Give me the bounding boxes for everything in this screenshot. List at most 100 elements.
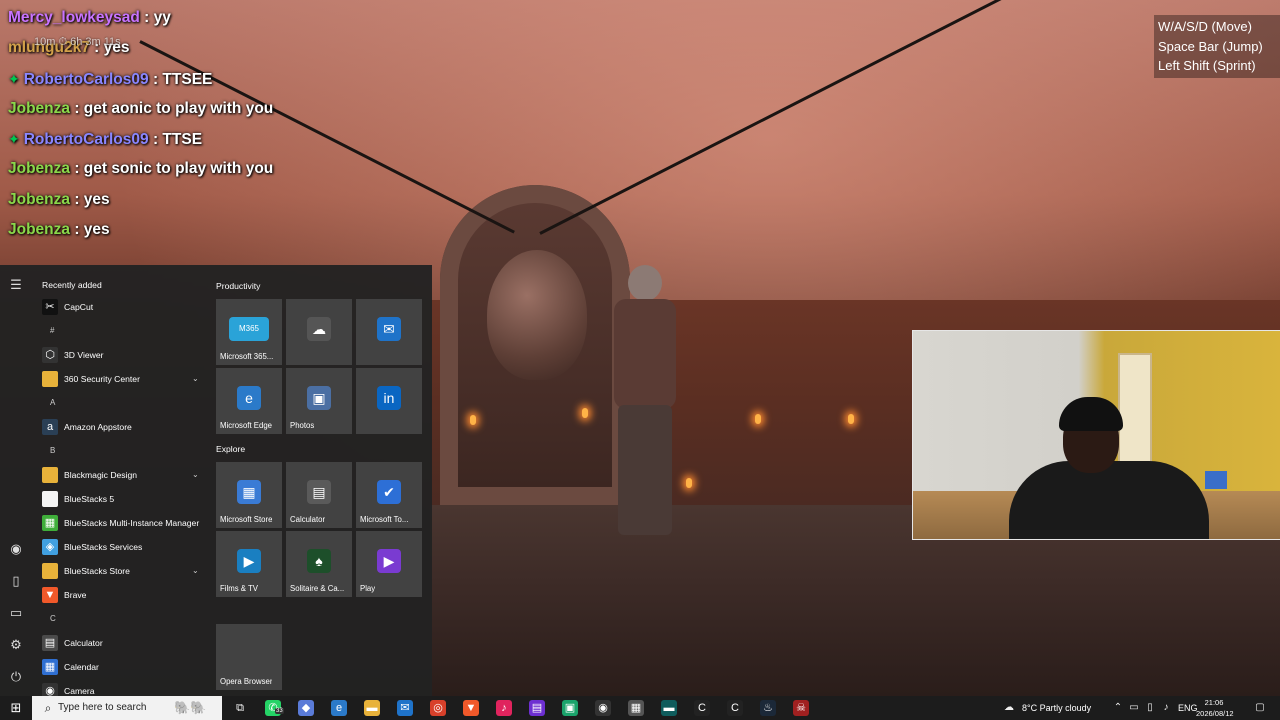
character-legs <box>618 405 672 535</box>
app-list-letter-heading[interactable]: B <box>50 443 55 459</box>
taskbar-search[interactable]: ⌕ Type here to search 🐘🐘 <box>32 696 222 720</box>
app-list-item[interactable]: Blackmagic Design ⌄ <box>32 463 208 487</box>
app-list-item[interactable]: 360 Security Center ⌄ <box>32 367 208 391</box>
clock[interactable]: 21:06 2026/08/12 <box>1196 697 1234 719</box>
start-tile[interactable]: in <box>356 368 422 434</box>
cube-icon: ⬡ <box>42 347 58 363</box>
weather-icon[interactable]: ☁ <box>1003 700 1015 716</box>
calendar-icon: ▦ <box>42 659 58 675</box>
start-tile[interactable]: ▣ Photos <box>286 368 352 434</box>
bluestacks-icon: ◈ <box>42 539 58 555</box>
tile-label: Photos <box>290 421 315 430</box>
app-gray-icon[interactable]: ▦ <box>628 700 644 716</box>
app-list-letter-heading[interactable]: A <box>50 395 55 411</box>
tile-group-title[interactable]: Explore <box>216 444 245 454</box>
tile-group-title[interactable]: Productivity <box>216 281 260 291</box>
app-purple-icon[interactable]: ▤ <box>529 700 545 716</box>
chat-text: : get sonic to play with you <box>70 160 274 178</box>
calculator-icon: ▤ <box>42 635 58 651</box>
steam-icon[interactable]: ♨ <box>760 700 776 716</box>
character-head <box>628 265 662 301</box>
start-tile[interactable]: ☁ <box>286 299 352 365</box>
torch-light <box>755 414 761 424</box>
documents-icon[interactable]: ▯ <box>8 573 24 589</box>
hamburger-menu-icon[interactable]: ☰ <box>8 277 24 293</box>
app-list-item[interactable]: BlueStacks Store ⌄ <box>32 559 208 583</box>
app-list-item[interactable]: ▼ Brave <box>32 583 208 607</box>
app-list-letter-heading[interactable]: C <box>50 611 56 627</box>
films-icon: ▶ <box>237 549 261 573</box>
edge-icon[interactable]: e <box>331 700 347 716</box>
start-tile[interactable]: e Microsoft Edge <box>216 368 282 434</box>
start-tile[interactable]: ▦ Microsoft Store <box>216 462 282 528</box>
file-explorer-icon[interactable]: ▬ <box>364 700 380 716</box>
start-tile[interactable]: ✔ Microsoft To... <box>356 462 422 528</box>
app-list-item[interactable]: BlueStacks 5 <box>32 487 208 511</box>
streamer-body <box>1009 461 1209 539</box>
app-teal-icon[interactable]: ▬ <box>661 700 677 716</box>
linkedin-icon: in <box>377 386 401 410</box>
task-view-icon[interactable]: ⧉ <box>232 700 248 716</box>
taskbar: ⊞ ⌕ Type here to search 🐘🐘 ⧉ ✆ 33 ◆ e ▬ ✉ ◎ ▼ ♪ ▤ ▣… <box>0 696 1280 720</box>
chat-text: : get aonic to play with you <box>70 99 274 117</box>
start-tile[interactable]: ♠ Solitaire & Ca... <box>286 531 352 597</box>
start-tile[interactable]: ▶ Films & TV <box>216 531 282 597</box>
app-list-item[interactable]: ▤ Calculator <box>32 631 208 655</box>
start-tile[interactable]: M365 Microsoft 365... <box>216 299 282 365</box>
chevron-up-icon[interactable]: ⌃ <box>1112 700 1124 716</box>
start-tile[interactable]: ▤ Calculator <box>286 462 352 528</box>
chat-text: : TTSEE <box>148 70 213 88</box>
camera-icon: ◉ <box>42 683 58 696</box>
controls-jump: Space Bar (Jump) <box>1158 38 1263 54</box>
chevron-down-icon[interactable]: ⌄ <box>192 371 199 387</box>
capcut-icon: ✂ <box>42 299 58 315</box>
outlook-icon[interactable]: ✉ <box>397 700 413 716</box>
brave-icon[interactable]: ▼ <box>463 700 479 716</box>
app-list-letter-heading[interactable]: # <box>50 323 54 339</box>
start-tile[interactable]: Opera Browser <box>216 624 282 690</box>
app-list-item[interactable]: ▦ Calendar <box>32 655 208 679</box>
network-icon[interactable]: ▭ <box>1128 700 1140 716</box>
player-character <box>600 265 690 535</box>
app-list-item[interactable]: ⬡ 3D Viewer <box>32 343 208 367</box>
app-list-item[interactable]: ✂ CapCut <box>32 295 208 319</box>
settings-gear-icon[interactable]: ⚙ <box>8 637 24 653</box>
notifications-icon[interactable]: ▢ <box>1254 700 1266 716</box>
chevron-down-icon[interactable]: ⌄ <box>192 467 199 483</box>
tile-label: Microsoft Edge <box>220 421 273 430</box>
pictures-icon[interactable]: ▭ <box>8 605 24 621</box>
battery-icon[interactable]: ▯ <box>1144 700 1156 716</box>
app-list-label: CapCut <box>64 302 94 312</box>
capcut-alt-icon[interactable]: C <box>727 700 743 716</box>
chat-username: Jobenza <box>8 160 71 178</box>
start-tile[interactable]: ▶ Play <box>356 531 422 597</box>
search-icon: ⌕ <box>44 701 52 715</box>
copilot-icon[interactable]: ◆ <box>298 700 314 716</box>
tiktok-icon[interactable]: ♪ <box>496 700 512 716</box>
start-tile[interactable]: ✉ <box>356 299 422 365</box>
power-icon[interactable]: ⏻ <box>8 669 24 685</box>
app-list-label: Camera <box>64 686 95 696</box>
windows-start-icon[interactable]: ⊞ <box>0 696 32 720</box>
capcut-icon[interactable]: C <box>694 700 710 716</box>
app-list-item[interactable]: a Amazon Appstore <box>32 415 208 439</box>
app-green-icon[interactable]: ▣ <box>562 700 578 716</box>
app-list-item[interactable]: ◈ BlueStacks Services <box>32 535 208 559</box>
chat-username: RobertoCarlos09 <box>23 131 149 149</box>
chat-text: : yes <box>70 221 110 239</box>
game-icon[interactable]: ☠ <box>793 700 809 716</box>
tile-label: Microsoft Store <box>220 515 273 524</box>
weather-text[interactable]: 8°C Partly cloudy <box>1022 696 1091 720</box>
chrome-icon[interactable]: ◎ <box>430 700 446 716</box>
language-indicator[interactable]: ENG <box>1178 696 1198 720</box>
microphone-icon[interactable]: ♪ <box>1160 700 1172 716</box>
app-list-label: BlueStacks 5 <box>64 494 115 504</box>
pinned-tiles: Productivity M365 Microsoft 365... ☁ ✉ e Micro… <box>214 265 432 696</box>
obs-icon[interactable]: ◉ <box>595 700 611 716</box>
user-account-icon[interactable]: ◉ <box>8 541 24 557</box>
app-list-label: BlueStacks Multi-Instance Manager <box>64 518 200 528</box>
chevron-down-icon[interactable]: ⌄ <box>192 563 199 579</box>
tile-label: Microsoft To... <box>360 515 409 524</box>
app-list-item[interactable]: ◉ Camera <box>32 679 208 696</box>
app-list-item[interactable]: ▦ BlueStacks Multi-Instance Manager <box>32 511 208 535</box>
